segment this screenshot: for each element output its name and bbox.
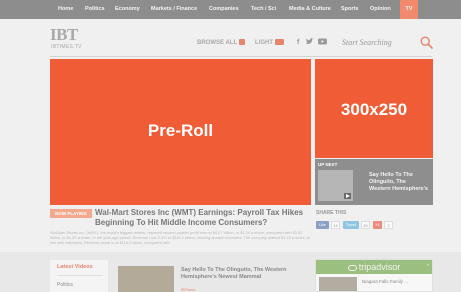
- site-logo-subtitle: IBTIMES.TV: [51, 44, 82, 50]
- share-label: SHARE THIS: [316, 210, 347, 216]
- like-count: 14: [331, 221, 340, 229]
- facebook-icon[interactable]: f: [297, 38, 299, 47]
- play-icon: [344, 193, 351, 199]
- mrec-ad[interactable]: 300x250: [315, 59, 433, 158]
- up-next-panel[interactable]: UP NEXT Say Hello To The Olinguito, The …: [315, 159, 433, 205]
- preroll-label: Pre-Roll: [147, 121, 214, 140]
- site-header: IBT IBTIMES.TV BROWSE ALL LIGHT f Start …: [0, 19, 461, 57]
- youtube-icon[interactable]: [318, 38, 327, 48]
- nav-item-opinion[interactable]: Opinion: [370, 0, 391, 19]
- nav-item-media[interactable]: Media & Culture: [289, 0, 331, 19]
- tripadvisor-logo: tripadvisor: [316, 261, 432, 273]
- nav-item-tv[interactable]: TV: [400, 0, 418, 19]
- sidebar-divider: [57, 275, 103, 276]
- mrec-ad-label: 300x250: [340, 100, 408, 119]
- facebook-like-button[interactable]: Like: [316, 221, 329, 229]
- header-divider: [50, 56, 432, 57]
- up-next-thumbnail[interactable]: [318, 170, 353, 201]
- nav-item-sports[interactable]: Sports: [341, 0, 358, 19]
- nav-item-companies[interactable]: Companies: [209, 0, 239, 19]
- latest-videos-heading[interactable]: Latest Videos: [57, 264, 93, 270]
- nav-item-home[interactable]: Home: [58, 0, 73, 19]
- featured-video-title[interactable]: Say Hello To The Olinguito, The Western …: [181, 267, 311, 281]
- light-toggle-label: LIGHT: [255, 40, 273, 46]
- now-playing-badge: NOW PLAYING: [50, 209, 92, 218]
- tripadvisor-label: tripadvisor: [358, 262, 401, 272]
- video-headline: Wal-Mart Stores Inc (WMT) Earnings: Payr…: [95, 208, 304, 227]
- google-plus-count: 2: [384, 221, 393, 229]
- twitter-icon[interactable]: [306, 38, 314, 48]
- tripadvisor-ad[interactable]: tripadvisor x Niagara Falls Family ...: [315, 259, 433, 292]
- tripadvisor-banner: tripadvisor x: [316, 260, 432, 274]
- light-toggle[interactable]: LIGHT: [255, 39, 284, 47]
- google-plus-button[interactable]: +1: [373, 221, 382, 229]
- featured-video-thumbnail[interactable]: [118, 266, 174, 292]
- nav-item-markets[interactable]: Markets / Finance: [151, 0, 197, 19]
- light-toggle-switch: [275, 39, 284, 46]
- video-summary: Wal-Mart Stores Inc. (WMT), the world's …: [50, 230, 311, 245]
- search-icon[interactable]: [420, 36, 433, 49]
- sidebar-item-politics[interactable]: Politics: [57, 282, 73, 288]
- site-logo[interactable]: IBT: [50, 26, 78, 43]
- tweet-button[interactable]: Tweet: [343, 221, 359, 229]
- top-nav: Home Politics Economy Markets / Finance …: [0, 0, 461, 19]
- up-next-title[interactable]: Say Hello To The Olinguito, The Western …: [369, 172, 429, 193]
- nav-item-economy[interactable]: Economy: [115, 0, 140, 19]
- browse-all-badge: [239, 39, 246, 46]
- featured-video-tag: IBTimes: [181, 287, 196, 292]
- browse-all-label: BROWSE ALL: [197, 40, 238, 46]
- tripadvisor-thumbnail: [319, 277, 357, 291]
- nav-item-tech[interactable]: Tech / Sci: [251, 0, 276, 19]
- tripadvisor-text[interactable]: Niagara Falls Family ...: [362, 279, 408, 284]
- owl-icon: [347, 264, 357, 271]
- tweet-count: 45: [361, 221, 370, 229]
- browse-all-button[interactable]: BROWSE ALL: [197, 39, 246, 47]
- close-icon[interactable]: x: [427, 262, 429, 267]
- up-next-label: UP NEXT: [318, 162, 338, 167]
- preroll-video-player[interactable]: Pre-Roll: [50, 59, 311, 205]
- search-input[interactable]: Start Searching: [342, 38, 392, 48]
- nav-item-politics[interactable]: Politics: [85, 0, 105, 19]
